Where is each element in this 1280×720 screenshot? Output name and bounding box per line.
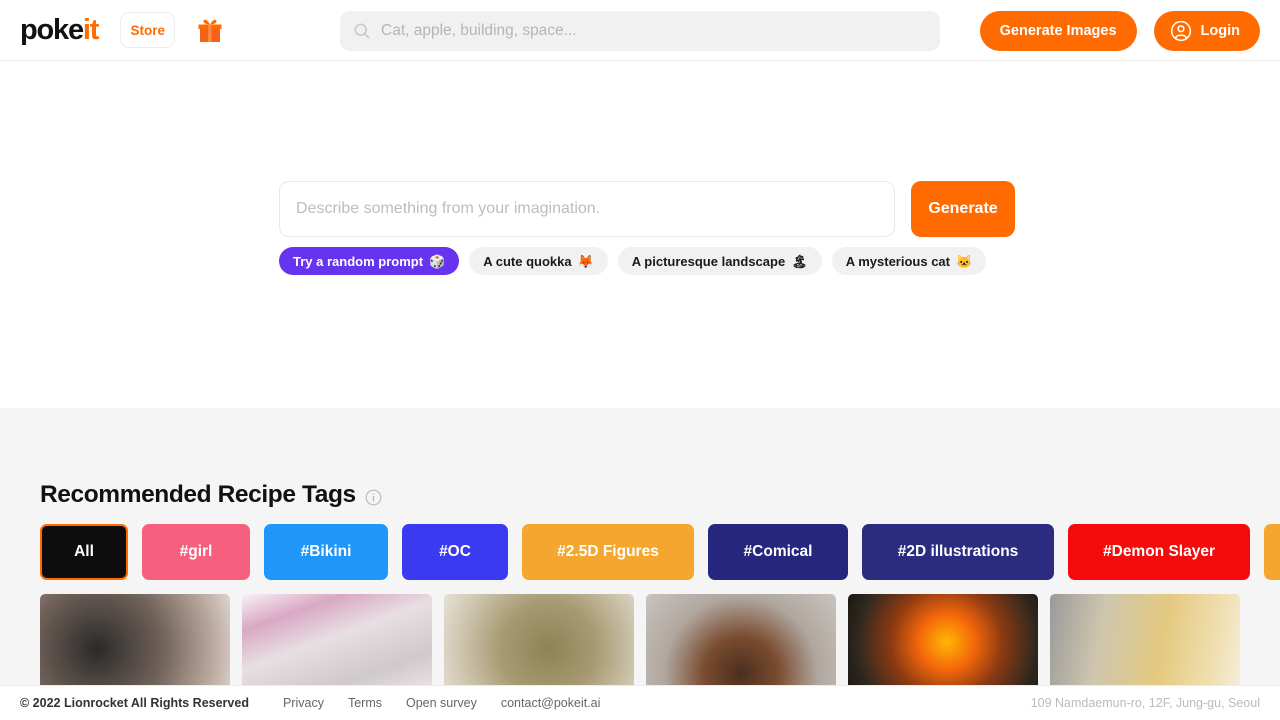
search-bar[interactable] (340, 11, 940, 51)
tag-button[interactable]: #Demon Slayer (1068, 524, 1250, 580)
tag-button[interactable]: #girl (142, 524, 250, 580)
login-label: Login (1200, 23, 1240, 39)
prompt-row: Generate (279, 181, 1015, 237)
tag-label: #OC (439, 543, 471, 560)
footer-link[interactable]: Terms (348, 696, 382, 710)
tag-label: #girl (179, 543, 213, 560)
chip-label: A mysterious cat (845, 253, 950, 269)
tag-button[interactable]: #OC (402, 524, 508, 580)
copyright-text: © 2022 Lionrocket All Rights Reserved (20, 696, 249, 710)
landscape-icon: 🏝 (791, 253, 808, 269)
cat-icon: 🐱 (955, 253, 973, 269)
hero-section: Generate Try a random prompt 🎲 A cute qu… (0, 61, 1280, 408)
prompt-box[interactable] (279, 181, 895, 237)
logo-text-primary: poke (20, 13, 84, 46)
tag-button[interactable] (1264, 524, 1280, 580)
recommended-tags-section: Recommended Recipe Tags All #girl #Bikini #… (0, 408, 1280, 720)
prompt-input[interactable] (296, 200, 876, 218)
chip-random-prompt[interactable]: Try a random prompt 🎲 (279, 247, 460, 275)
chip-label: Try a random prompt (293, 253, 424, 269)
thumbnail-4[interactable] (646, 594, 836, 694)
header-actions: Generate Images Login (979, 11, 1260, 51)
chip-cute-quokka[interactable]: A cute quokka 🦊 (469, 247, 608, 275)
tag-label: #2D illustrations (897, 543, 1019, 560)
gift-icon[interactable] (197, 16, 223, 44)
generate-button[interactable]: Generate (911, 181, 1015, 237)
thumbnail-2[interactable] (242, 594, 432, 694)
app-header: pokeit Store Generate Images (0, 0, 1280, 61)
tag-button[interactable]: All (40, 524, 128, 580)
tag-label: All (74, 543, 94, 560)
thumbnail-5[interactable] (848, 594, 1038, 694)
tag-thumbnail-strip[interactable] (40, 594, 1280, 694)
logo-text-accent: it (82, 13, 100, 46)
tag-button[interactable]: #Comical (708, 524, 848, 580)
tag-button[interactable]: #2.5D Figures (522, 524, 694, 580)
footer-address: 109 Namdaemun-ro, 12F, Jung-gu, Seoul (1030, 696, 1260, 710)
dice-icon: 🎲 (429, 253, 446, 269)
footer-link[interactable]: Open survey (406, 696, 477, 710)
chip-mysterious-cat[interactable]: A mysterious cat 🐱 (831, 247, 987, 275)
logo[interactable]: pokeit (20, 13, 100, 46)
footer-link[interactable]: Privacy (283, 696, 324, 710)
tag-button[interactable]: #Bikini (264, 524, 388, 580)
footer-links: Privacy Terms Open survey contact@pokeit.ai (283, 696, 600, 710)
section-title: Recommended Recipe Tags (40, 481, 356, 508)
info-icon[interactable] (365, 489, 382, 506)
tag-button[interactable]: #2D illustrations (862, 524, 1054, 580)
thumbnail-6[interactable] (1050, 594, 1240, 694)
chip-picturesque-landscape[interactable]: A picturesque landscape 🏝 (617, 247, 822, 275)
search-icon (354, 23, 370, 39)
thumbnail-1[interactable] (40, 594, 230, 694)
generate-button-label: Generate (928, 200, 998, 217)
prompt-suggestion-chips: Try a random prompt 🎲 A cute quokka 🦊 A … (279, 247, 987, 275)
chip-label: A picturesque landscape (631, 253, 786, 269)
quokka-icon: 🦊 (577, 253, 594, 269)
user-circle-icon (1170, 20, 1191, 42)
tag-label: #Demon Slayer (1103, 543, 1215, 560)
tag-label: #Comical (743, 543, 813, 560)
store-button-label: Store (130, 22, 165, 38)
generate-images-button[interactable]: Generate Images (979, 11, 1137, 51)
thumbnail-3[interactable] (444, 594, 634, 694)
footer-link[interactable]: contact@pokeit.ai (501, 696, 601, 710)
login-button[interactable]: Login (1153, 11, 1260, 51)
generate-images-label: Generate Images (999, 23, 1117, 39)
tag-label: #Bikini (300, 543, 352, 560)
chip-label: A cute quokka (483, 253, 572, 269)
tag-list[interactable]: All #girl #Bikini #OC #2.5D Figures #Comical #… (40, 524, 1280, 580)
app-footer: © 2022 Lionrocket All Rights Reserved Pr… (0, 685, 1280, 720)
search-input[interactable] (381, 22, 901, 40)
store-button[interactable]: Store (120, 12, 176, 48)
tags-title-row: Recommended Recipe Tags (40, 481, 382, 509)
tag-label: #2.5D Figures (557, 543, 659, 560)
